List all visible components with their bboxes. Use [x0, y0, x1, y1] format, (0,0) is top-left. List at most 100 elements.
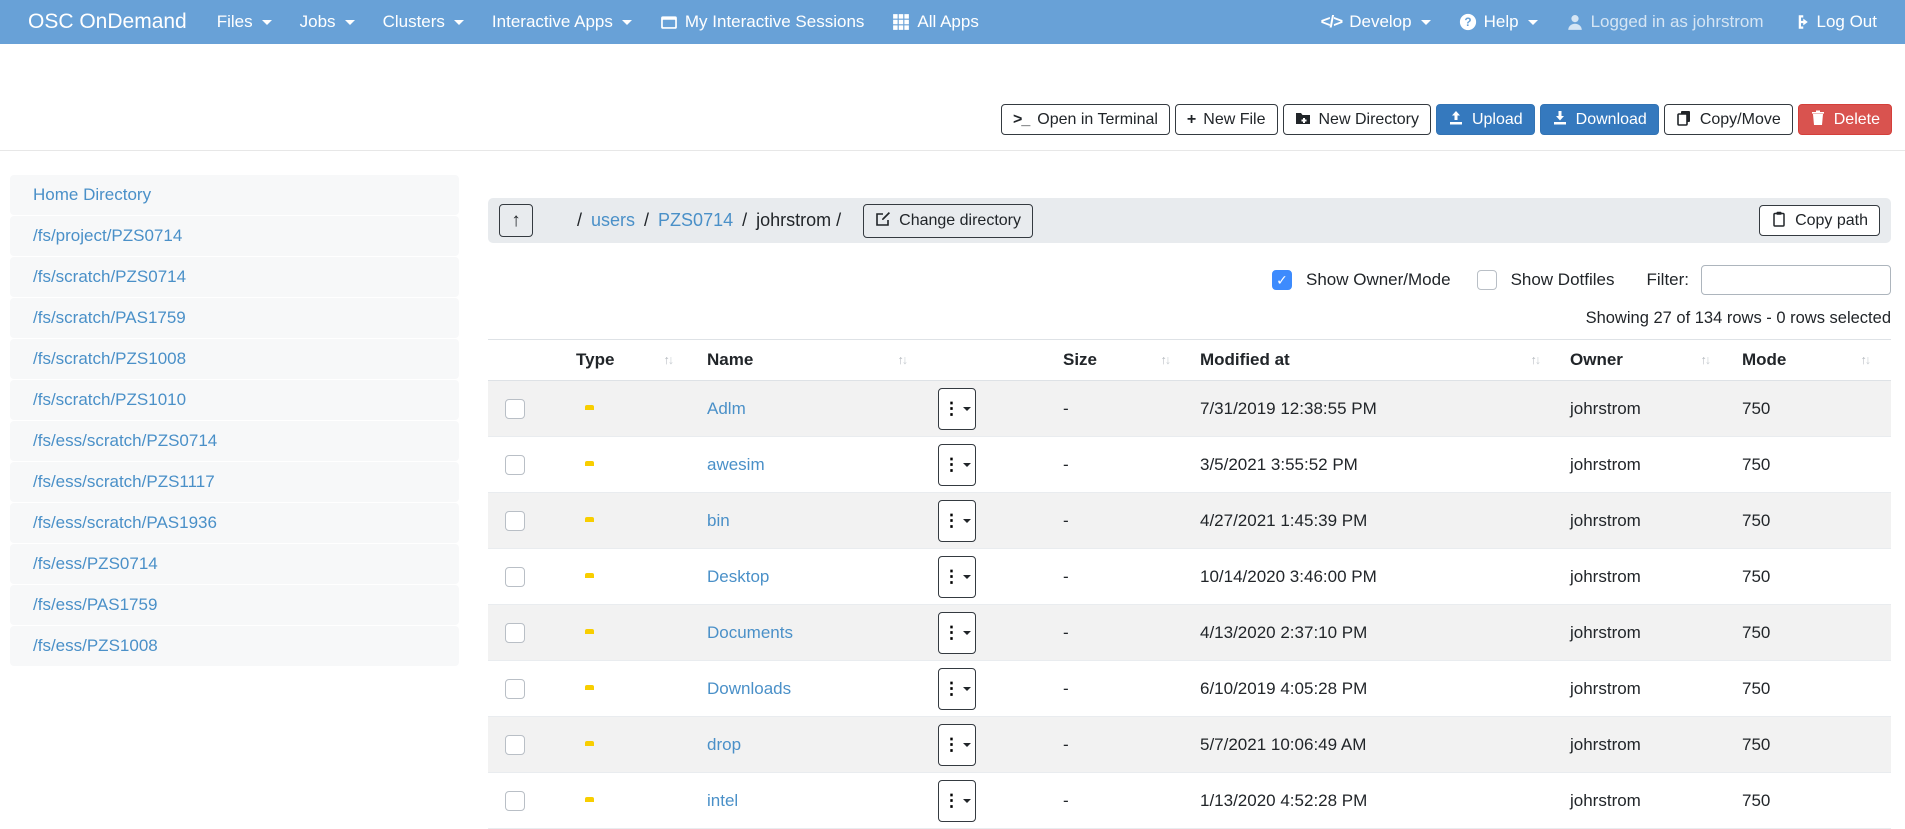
sidebar-item-home-directory[interactable]: Home Directory: [10, 175, 459, 215]
sidebar-item-fs-ess-pas1759[interactable]: /fs/ess/PAS1759: [10, 585, 459, 625]
sidebar-item-fs-scratch-pzs1010[interactable]: /fs/scratch/PZS1010: [10, 380, 459, 420]
top-navbar: OSC OnDemand Files Jobs Clusters Interac…: [0, 0, 1905, 44]
show-owner-mode-checkbox[interactable]: ✓: [1272, 270, 1292, 290]
row-checkbox[interactable]: [505, 679, 525, 699]
sidebar-item-fs-project-pzs0714[interactable]: /fs/project/PZS0714: [10, 216, 459, 256]
upload-button[interactable]: Upload: [1436, 104, 1535, 135]
nav-jobs-menu[interactable]: Jobs: [286, 0, 369, 44]
sidebar-item-fs-scratch-pzs0714[interactable]: /fs/scratch/PZS0714: [10, 257, 459, 297]
owner-column-header[interactable]: Owner ↑↓: [1555, 350, 1725, 370]
nav-clusters-menu[interactable]: Clusters: [369, 0, 478, 44]
type-column-header[interactable]: Type ↑↓: [548, 350, 688, 370]
size-cell: -: [1048, 791, 1185, 811]
upload-icon: [1448, 110, 1464, 130]
table-row: Desktop ⋮ - 10/14/2020 3:46:00 PM johrst…: [488, 549, 1891, 605]
modified-cell: 10/14/2020 3:46:00 PM: [1185, 567, 1555, 587]
show-dotfiles-checkbox[interactable]: [1477, 270, 1497, 290]
sidebar-item-fs-scratch-pas1759[interactable]: /fs/scratch/PAS1759: [10, 298, 459, 338]
owner-cell: johrstrom: [1555, 623, 1725, 643]
copy-move-button[interactable]: Copy/Move: [1664, 104, 1793, 135]
sidebar-item-fs-ess-pzs1008[interactable]: /fs/ess/PZS1008: [10, 626, 459, 666]
row-actions-dropdown[interactable]: ⋮: [938, 668, 976, 710]
file-name-link[interactable]: awesim: [688, 455, 765, 475]
row-checkbox[interactable]: [505, 791, 525, 811]
nav-all-apps[interactable]: All Apps: [878, 0, 992, 44]
grid-icon: [892, 13, 910, 31]
table-row: awesim ⋮ - 3/5/2021 3:55:52 PM johrstrom…: [488, 437, 1891, 493]
change-directory-button[interactable]: Change directory: [863, 204, 1033, 238]
download-button[interactable]: Download: [1540, 104, 1659, 135]
open-in-terminal-button[interactable]: >_ Open in Terminal: [1001, 104, 1170, 135]
modified-at-column-header[interactable]: Modified at ↑↓: [1185, 350, 1555, 370]
nav-develop-menu[interactable]: </> Develop: [1307, 0, 1445, 44]
rows-status-text: Showing 27 of 134 rows - 0 rows selected: [488, 309, 1891, 329]
row-actions-dropdown[interactable]: ⋮: [938, 444, 976, 486]
copy-path-button[interactable]: Copy path: [1759, 205, 1880, 236]
nav-interactive-apps-menu[interactable]: Interactive Apps: [478, 0, 646, 44]
chevron-down-icon: [963, 743, 971, 747]
sort-icon[interactable]: ↑↓: [1161, 353, 1186, 367]
modified-cell: 6/10/2019 4:05:28 PM: [1185, 679, 1555, 699]
nav-my-interactive-sessions[interactable]: My Interactive Sessions: [646, 0, 879, 44]
new-directory-button[interactable]: New Directory: [1283, 104, 1431, 135]
table-header: Type ↑↓ Name ↑↓ Size ↑↓ Modified at ↑↓ O…: [488, 339, 1891, 381]
file-name-link[interactable]: intel: [688, 791, 738, 811]
sidebar-item-fs-ess-pzs0714[interactable]: /fs/ess/PZS0714: [10, 544, 459, 584]
row-actions-dropdown[interactable]: ⋮: [938, 388, 976, 430]
sidebar-item-fs-ess-scratch-pzs1117[interactable]: /fs/ess/scratch/PZS1117: [10, 462, 459, 502]
nav-files-menu[interactable]: Files: [203, 0, 286, 44]
new-file-button[interactable]: + New File: [1175, 104, 1278, 135]
breadcrumb-link-users[interactable]: users: [591, 210, 635, 231]
sort-icon[interactable]: ↑↓: [1701, 353, 1726, 367]
owner-cell: johrstrom: [1555, 791, 1725, 811]
chevron-down-icon: [963, 575, 971, 579]
file-name-link[interactable]: bin: [688, 511, 730, 531]
sidebar-item-fs-ess-scratch-pzs0714[interactable]: /fs/ess/scratch/PZS0714: [10, 421, 459, 461]
sort-icon[interactable]: ↑↓: [1861, 353, 1892, 367]
filter-input[interactable]: [1701, 265, 1891, 295]
name-column-header[interactable]: Name ↑↓: [688, 350, 938, 370]
row-checkbox[interactable]: [505, 567, 525, 587]
row-actions-dropdown[interactable]: ⋮: [938, 556, 976, 598]
chevron-down-icon: [454, 20, 464, 25]
nav-log-out[interactable]: Log Out: [1778, 0, 1892, 44]
kebab-icon: ⋮: [943, 623, 960, 643]
row-checkbox[interactable]: [505, 623, 525, 643]
clipboard-icon: [1771, 211, 1787, 231]
row-checkbox[interactable]: [505, 455, 525, 475]
row-checkbox[interactable]: [505, 735, 525, 755]
mode-cell: 750: [1725, 735, 1891, 755]
filter-label: Filter:: [1647, 270, 1690, 290]
sort-icon[interactable]: ↑↓: [1531, 353, 1556, 367]
app-brand[interactable]: OSC OnDemand: [28, 10, 187, 34]
row-checkbox[interactable]: [505, 511, 525, 531]
row-actions-dropdown[interactable]: ⋮: [938, 500, 976, 542]
file-name-link[interactable]: Adlm: [688, 399, 746, 419]
breadcrumb-link-pzs0714[interactable]: PZS0714: [658, 210, 733, 231]
row-actions-dropdown[interactable]: ⋮: [938, 724, 976, 766]
file-name-link[interactable]: drop: [688, 735, 741, 755]
file-name-link[interactable]: Documents: [688, 623, 793, 643]
table-row: Downloads ⋮ - 6/10/2019 4:05:28 PM johrs…: [488, 661, 1891, 717]
row-actions-dropdown[interactable]: ⋮: [938, 612, 976, 654]
mode-cell: 750: [1725, 567, 1891, 587]
kebab-icon: ⋮: [943, 791, 960, 811]
nav-help-menu[interactable]: ? Help: [1445, 0, 1552, 44]
up-directory-button[interactable]: ↑: [499, 204, 533, 237]
window-icon: [660, 13, 678, 31]
delete-button[interactable]: Delete: [1798, 104, 1892, 135]
sort-icon[interactable]: ↑↓: [898, 353, 939, 367]
row-actions-dropdown[interactable]: ⋮: [938, 780, 976, 822]
file-name-link[interactable]: Desktop: [688, 567, 769, 587]
row-checkbox[interactable]: [505, 399, 525, 419]
mode-column-header[interactable]: Mode ↑↓: [1725, 350, 1891, 370]
file-name-link[interactable]: Downloads: [688, 679, 791, 699]
chevron-down-icon: [1421, 20, 1431, 25]
size-column-header[interactable]: Size ↑↓: [1048, 350, 1185, 370]
sidebar-item-fs-scratch-pzs1008[interactable]: /fs/scratch/PZS1008: [10, 339, 459, 379]
table-row: Adlm ⋮ - 7/31/2019 12:38:55 PM johrstrom…: [488, 381, 1891, 437]
sidebar-item-fs-ess-scratch-pas1936[interactable]: /fs/ess/scratch/PAS1936: [10, 503, 459, 543]
sort-icon[interactable]: ↑↓: [664, 353, 689, 367]
kebab-icon: ⋮: [943, 399, 960, 419]
size-cell: -: [1048, 455, 1185, 475]
